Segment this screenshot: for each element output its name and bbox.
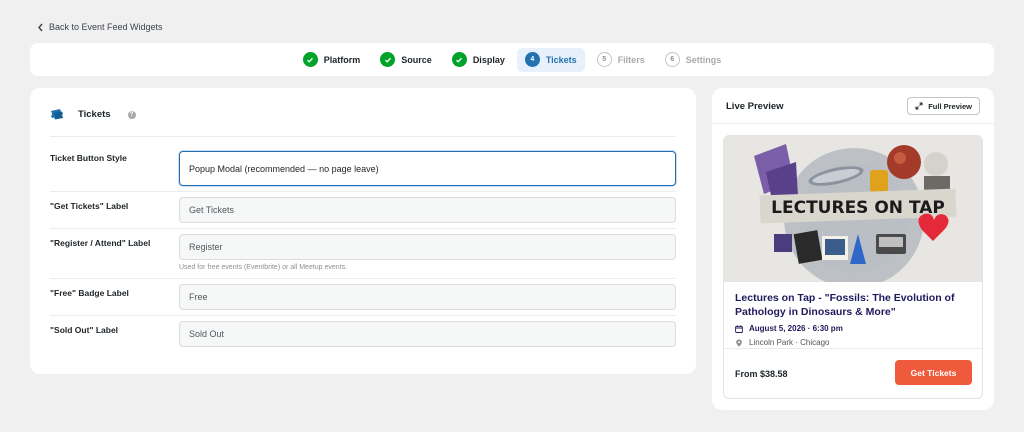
field-row-sold-out: "Sold Out" Label Sold Out <box>50 316 676 356</box>
step-number: 6 <box>664 52 680 67</box>
step-label: Settings <box>685 54 722 65</box>
field-hint: Used for free events (Eventbrite) or all… <box>179 264 348 271</box>
step-display[interactable]: Display <box>444 48 513 72</box>
preview-header: Live Preview Full Preview <box>712 88 994 124</box>
field-row-register: "Register / Attend" Label Register Used … <box>50 229 676 279</box>
collage-headline: LECTURES ON TAP <box>771 198 945 218</box>
sold-out-label-input[interactable]: Sold Out <box>179 321 676 347</box>
help-icon[interactable]: ? <box>127 111 136 119</box>
field-label: "Free" Badge Label <box>50 288 129 298</box>
event-venue-text: Lincoln Park · Chicago <box>749 338 830 347</box>
field-row-get-tickets: "Get Tickets" Label Get Tickets <box>50 192 676 229</box>
event-footer: From $38.58 Get Tickets <box>724 348 982 398</box>
chevron-left-icon <box>38 23 43 31</box>
full-preview-button[interactable]: Full Preview <box>907 97 980 115</box>
field-row-free-badge: "Free" Badge Label Free <box>50 279 676 316</box>
location-pin-icon <box>736 339 742 347</box>
step-label: Tickets <box>545 54 577 65</box>
preview-title: Live Preview <box>726 101 784 112</box>
ticket-button-style-select[interactable]: Popup Modal (recommended — no page leave… <box>179 151 676 186</box>
field-label: "Get Tickets" Label <box>50 201 129 211</box>
get-tickets-label-input[interactable]: Get Tickets <box>179 197 676 223</box>
event-title[interactable]: Lectures on Tap - "Fossils: The Evolutio… <box>735 292 971 319</box>
event-card[interactable]: LECTURES ON TAP Lectures on Tap - "Fossi… <box>723 135 983 399</box>
step-label: Source <box>401 54 432 65</box>
step-settings[interactable]: 6 Settings <box>657 48 730 72</box>
lectures-collage-icon: LECTURES ON TAP <box>724 136 982 282</box>
step-filters[interactable]: 5 Filters <box>589 48 653 72</box>
field-label: "Register / Attend" Label <box>50 238 151 248</box>
check-icon <box>380 52 396 67</box>
event-venue: Lincoln Park · Chicago <box>735 338 971 347</box>
get-tickets-button[interactable]: Get Tickets <box>895 360 972 385</box>
field-row-button-style: Ticket Button Style Popup Modal (recomme… <box>50 149 676 192</box>
card-header: Tickets ? <box>50 107 676 137</box>
step-platform[interactable]: Platform <box>295 48 369 72</box>
step-number: 5 <box>596 52 612 67</box>
free-badge-label-input[interactable]: Free <box>179 284 676 310</box>
wizard-stepper: Platform Source Display 4 Tickets 5 Filt… <box>30 43 994 76</box>
register-label-input[interactable]: Register <box>179 234 676 260</box>
step-tickets[interactable]: 4 Tickets <box>516 47 585 72</box>
back-link[interactable]: Back to Event Feed Widgets <box>37 22 163 32</box>
step-label: Platform <box>323 54 361 65</box>
event-date: August 5, 2026 · 6:30 pm <box>735 324 971 333</box>
tickets-settings-card: Tickets ? Ticket Button Style Popup Moda… <box>30 88 696 374</box>
step-label: Display <box>472 54 505 65</box>
step-label: Filters <box>617 54 645 65</box>
card-title: Tickets <box>78 109 111 120</box>
step-source[interactable]: Source <box>372 48 440 72</box>
field-label: Ticket Button Style <box>50 153 127 163</box>
back-link-label: Back to Event Feed Widgets <box>49 22 163 32</box>
event-body: Lectures on Tap - "Fossils: The Evolutio… <box>724 282 982 357</box>
ticket-icon <box>51 109 63 120</box>
event-date-text: August 5, 2026 · 6:30 pm <box>749 324 843 333</box>
full-preview-label: Full Preview <box>928 101 972 111</box>
check-icon <box>302 52 318 67</box>
expand-icon <box>915 102 923 110</box>
calendar-icon <box>735 324 743 333</box>
live-preview-card: Live Preview Full Preview LECTURES ON TA… <box>712 88 994 410</box>
check-icon <box>451 52 467 67</box>
step-number: 4 <box>524 52 540 67</box>
field-label: "Sold Out" Label <box>50 325 119 335</box>
event-image: LECTURES ON TAP <box>724 136 982 282</box>
event-price: From $38.58 <box>735 369 788 379</box>
